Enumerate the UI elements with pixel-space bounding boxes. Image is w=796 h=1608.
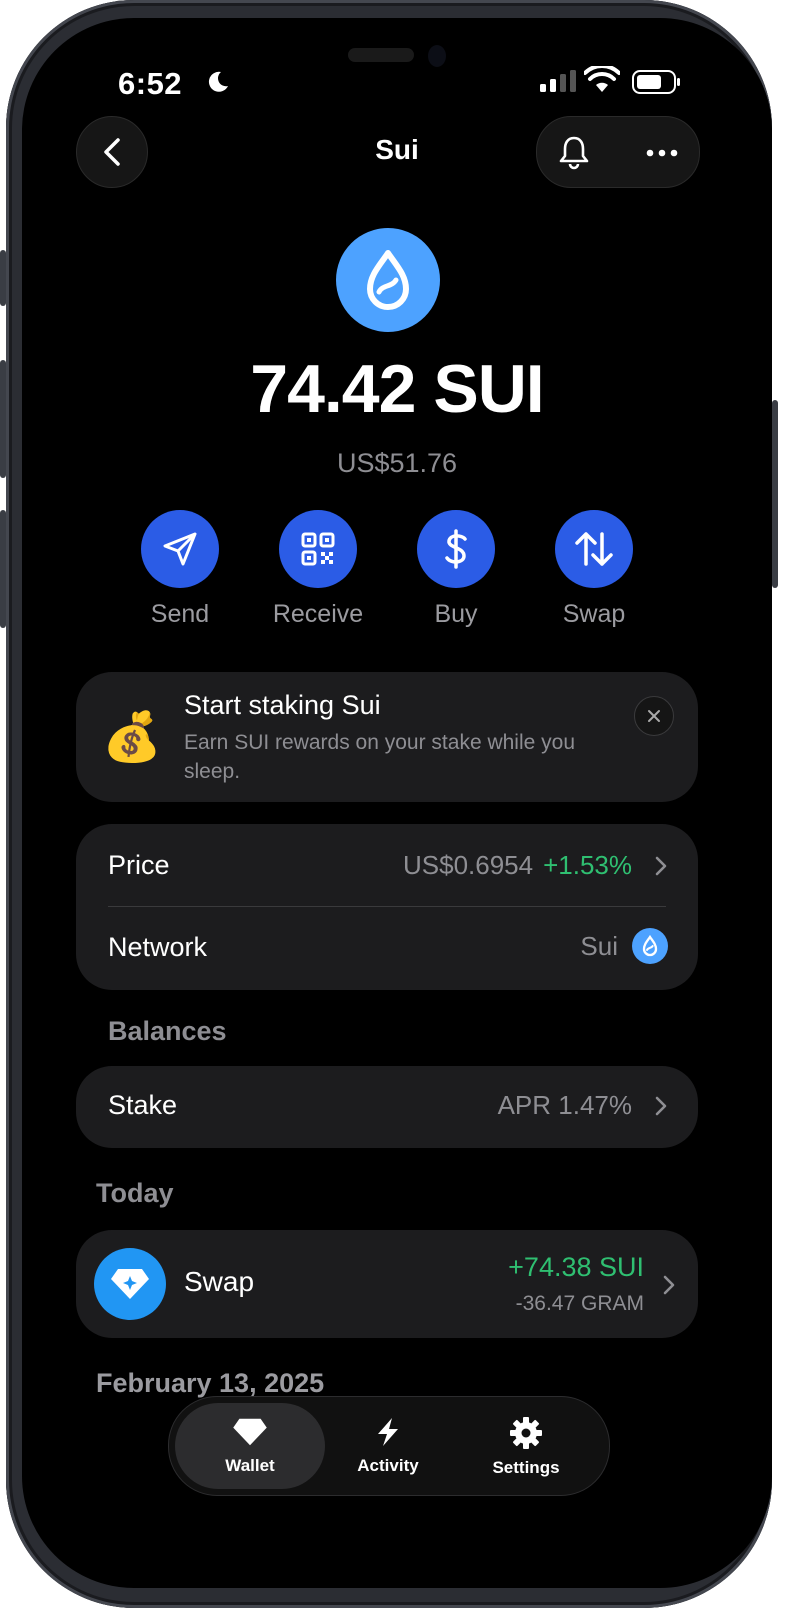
stake-label: Stake <box>108 1090 178 1120</box>
stake-apr-value: APR 1.47% <box>497 1090 632 1120</box>
volume-down-button <box>0 510 6 628</box>
battery-icon <box>632 70 680 94</box>
stake-row[interactable]: Stake APR 1.47% <box>76 1066 698 1148</box>
token-balance: 74.42 SUI <box>250 351 544 427</box>
tab-settings-label: Settings <box>492 1458 560 1477</box>
swap-label: Swap <box>562 600 626 628</box>
send-button[interactable]: Send <box>120 510 240 629</box>
tab-activity-label: Activity <box>357 1456 419 1475</box>
price-label: Price <box>108 850 170 880</box>
money-bag-icon: 💰 <box>102 711 162 764</box>
staking-promo-card[interactable]: 💰 Start staking Sui Earn SUI rewards on … <box>76 672 698 802</box>
gem-icon <box>233 1418 267 1446</box>
tab-settings[interactable]: Settings <box>451 1403 601 1489</box>
screen: 6:52 Sui 74.42 SUI US$51.76 Send Receive… <box>22 18 772 1588</box>
moon-icon <box>208 71 228 92</box>
power-button <box>772 400 778 588</box>
activity-swap-label: Swap <box>184 1266 255 1297</box>
price-change: +1.53% <box>543 850 632 880</box>
chevron-right-icon <box>663 1275 675 1295</box>
send-label: Send <box>150 600 210 628</box>
buy-button[interactable]: Buy <box>396 510 516 629</box>
lightning-icon <box>378 1418 398 1446</box>
dynamic-island <box>348 48 414 62</box>
fiat-balance: US$51.76 <box>336 448 458 478</box>
tab-activity[interactable]: Activity <box>313 1403 463 1489</box>
swap-received-amount: +74.38 SUI <box>508 1252 644 1282</box>
chevron-right-icon <box>655 856 667 875</box>
stake-apr: APR 1.47% <box>498 1090 668 1121</box>
sui-network-icon <box>632 928 668 964</box>
close-icon <box>648 710 660 722</box>
chevron-right-icon <box>655 1096 667 1115</box>
buy-label: Buy <box>434 600 478 628</box>
qr-code-icon <box>279 510 357 588</box>
swap-sent-amount: -36.47 GRAM <box>515 1292 644 1315</box>
send-icon <box>141 510 219 588</box>
network-value: Sui <box>580 930 618 961</box>
more-options-icon[interactable] <box>644 138 680 168</box>
balances-heading: Balances <box>108 1016 227 1046</box>
tab-wallet[interactable]: Wallet <box>175 1403 325 1489</box>
receive-label: Receive <box>272 600 364 628</box>
volume-up-button <box>0 360 6 478</box>
sui-logo-icon <box>336 228 440 332</box>
token-info-card: Price US$0.6954 +1.53% Network Sui <box>76 824 698 990</box>
date-heading: February 13, 2025 <box>96 1368 325 1398</box>
gem-icon <box>94 1248 166 1320</box>
close-promo-button[interactable] <box>634 696 674 736</box>
tab-wallet-label: Wallet <box>225 1456 275 1475</box>
network-row: Sui <box>580 928 668 964</box>
receive-button[interactable]: Receive <box>258 510 378 629</box>
wifi-icon <box>584 66 620 92</box>
divider <box>108 906 666 907</box>
price-value: US$0.6954 <box>402 850 534 880</box>
activity-swap-row[interactable]: Swap +74.38 SUI -36.47 GRAM <box>76 1230 698 1338</box>
swap-arrows-icon <box>555 510 633 588</box>
gear-icon <box>510 1417 542 1449</box>
front-camera <box>428 45 446 67</box>
tab-bar: Wallet Activity Settings <box>168 1396 610 1496</box>
mute-switch <box>0 250 6 306</box>
price-row[interactable]: US$0.6954 +1.53% <box>403 850 668 881</box>
network-label: Network <box>108 932 208 962</box>
today-heading: Today <box>96 1178 174 1208</box>
promo-description: Earn SUI rewards on your stake while you… <box>184 731 576 783</box>
swap-button[interactable]: Swap <box>534 510 654 629</box>
status-time: 6:52 <box>118 66 183 101</box>
dollar-icon <box>417 510 495 588</box>
bell-icon[interactable] <box>556 134 592 170</box>
promo-title: Start staking Sui <box>184 690 381 720</box>
cellular-signal-icon <box>540 70 576 92</box>
